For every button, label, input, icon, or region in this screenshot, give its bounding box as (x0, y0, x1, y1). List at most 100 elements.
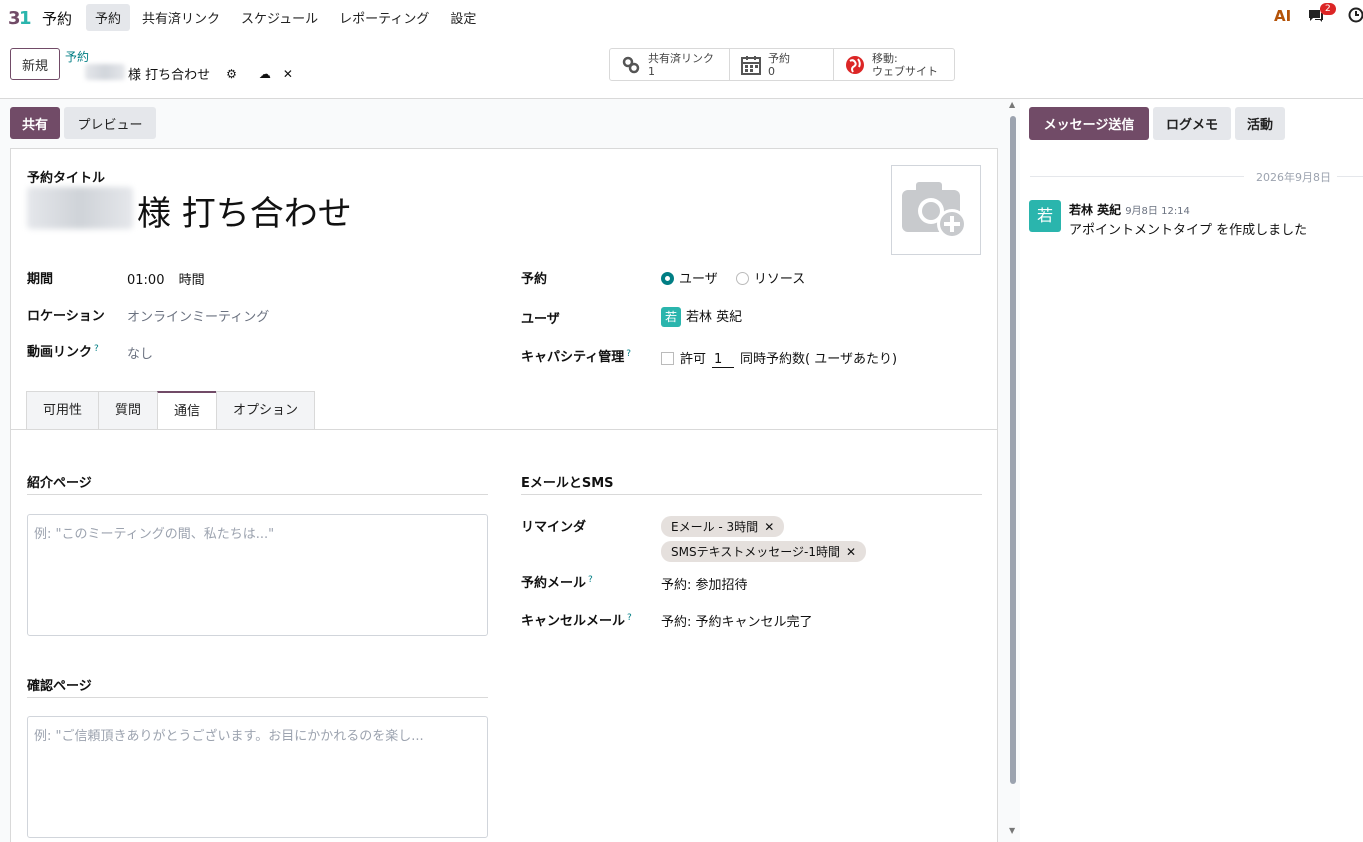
booking-label: 予約 (521, 272, 548, 287)
remove-tag-icon[interactable]: ✕ (846, 545, 856, 559)
radio-user-label: ユーザ (679, 272, 718, 287)
title-label: 予約タイトル (27, 171, 106, 186)
user-label: ユーザ (521, 312, 560, 327)
date-separator-text: 2026年9月8日 (1250, 169, 1337, 185)
title-input[interactable]: 様 打ち合わせ (137, 186, 352, 235)
video-link-label-text: 動画リンク (27, 345, 93, 360)
help-icon[interactable]: ? (626, 349, 631, 359)
new-button[interactable]: 新規 (10, 48, 60, 80)
remove-tag-icon[interactable]: ✕ (764, 520, 774, 534)
message-author-name[interactable]: 若林 英紀 (1069, 203, 1121, 217)
blurred-title-name (27, 187, 133, 229)
duration-label: 期間 (27, 272, 54, 287)
calendar-31-logo-icon[interactable]: 3 1 (8, 6, 34, 28)
menu-item-reporting[interactable]: レポーティング (330, 4, 438, 31)
calendar-icon (741, 55, 761, 75)
scroll-up-arrow-icon[interactable]: ▲ (1009, 100, 1017, 109)
capacity-label-text: キャパシティ管理 (521, 350, 625, 365)
smart-button-value: 0 (768, 64, 775, 78)
radio-user[interactable]: ユーザ (661, 272, 718, 287)
booking-mail-label-text: 予約メール (521, 576, 587, 591)
video-link-label: 動画リンク? (27, 341, 99, 360)
reminder-tags[interactable]: Eメール - 3時間 ✕ SMSテキストメッセージ-1時間 ✕ (661, 516, 981, 566)
avatar[interactable]: 若 (1029, 200, 1061, 232)
reminder-tag-label: Eメール - 3時間 (671, 520, 759, 534)
smart-button-value: ウェブサイト (872, 64, 938, 78)
smart-button-website[interactable]: 移動: ウェブサイト (834, 49, 954, 80)
clock-icon[interactable] (1348, 7, 1363, 23)
email-sms-title: EメールとSMS (521, 472, 982, 495)
cloud-upload-icon[interactable]: ☁ (259, 67, 271, 81)
message-time: 9月8日 12:14 (1125, 206, 1190, 217)
message-body: アポイントメントタイプ を作成しました (1069, 223, 1308, 238)
tab-availability[interactable]: 可用性 (26, 391, 99, 430)
smart-button-label: 共有済リンク (648, 51, 714, 65)
radio-resource[interactable]: リソース (735, 272, 806, 287)
gear-icon[interactable]: ⚙ (226, 67, 237, 81)
cancel-mail-label-text: キャンセルメール (521, 614, 626, 629)
record-title: 様 打ち合わせ (128, 68, 211, 83)
ai-icon[interactable]: AI (1274, 7, 1291, 25)
duration-field[interactable]: 01:00 時間 (127, 269, 205, 288)
booking-radio-group: ユーザ リソース (661, 268, 805, 287)
image-upload[interactable] (891, 165, 981, 255)
record-title-row: 様 打ち合わせ ⚙ ☁ ✕ (128, 64, 293, 84)
help-icon[interactable]: ? (588, 575, 593, 585)
avatar: 若 (661, 307, 681, 327)
control-panel: 新規 予約 様 打ち合わせ ⚙ ☁ ✕ 共有済リンク 1 予約 0 移動: ウェ… (0, 40, 1363, 99)
link-icon (622, 56, 640, 73)
tabs-divider (10, 429, 998, 430)
scroll-down-arrow-icon[interactable]: ▼ (1009, 826, 1017, 835)
svg-text:1: 1 (19, 8, 32, 28)
menu-item-schedule[interactable]: スケジュール (232, 4, 327, 31)
capacity-allow-label: 許可 (680, 352, 707, 367)
scrollbar-thumb[interactable] (1010, 116, 1016, 784)
intro-page-textarea[interactable]: 例: "このミーティングの間、私たちは..." (27, 514, 488, 636)
scrollbar[interactable]: ▲ ▼ (1009, 100, 1017, 836)
close-icon[interactable]: ✕ (283, 67, 293, 81)
duration-value: 01:00 (127, 273, 165, 288)
confirm-page-textarea[interactable]: 例: "ご信頼頂きありがとうございます。お目にかかれるのを楽し... (27, 716, 488, 838)
preview-button[interactable]: プレビュー (64, 107, 156, 139)
location-field[interactable]: オンラインミーティング (127, 306, 269, 325)
radio-resource-label: リソース (753, 272, 806, 287)
intro-page-title: 紹介ページ (27, 472, 488, 495)
breadcrumb[interactable]: 予約 (65, 48, 89, 65)
smart-button-appointments[interactable]: 予約 0 (730, 49, 834, 80)
menu-item-settings[interactable]: 設定 (441, 4, 485, 31)
video-link-field[interactable]: なし (127, 343, 153, 362)
cancel-mail-field[interactable]: 予約: 予約キャンセル完了 (661, 611, 813, 630)
globe-icon (846, 55, 864, 74)
share-button[interactable]: 共有 (10, 107, 60, 139)
smart-button-value: 1 (648, 64, 655, 78)
smart-buttons: 共有済リンク 1 予約 0 移動: ウェブサイト (609, 48, 955, 81)
tab-communication[interactable]: 通信 (157, 391, 217, 430)
menu-item-appointments[interactable]: 予約 (86, 4, 131, 31)
menu-item-shared-links[interactable]: 共有済リンク (133, 4, 229, 31)
help-icon[interactable]: ? (627, 613, 632, 623)
reminder-tag: Eメール - 3時間 ✕ (661, 516, 785, 537)
smart-button-shared-links[interactable]: 共有済リンク 1 (610, 49, 730, 80)
user-field[interactable]: 若若林 英紀 (661, 306, 742, 327)
smart-button-label: 移動: (872, 51, 898, 65)
form-tabs: 可用性 質問 通信 オプション (26, 391, 316, 430)
reminder-label: リマインダ (521, 520, 587, 535)
activity-button[interactable]: 活動 (1235, 107, 1285, 140)
capacity-number-input[interactable]: 1 (712, 352, 735, 368)
main-menu: 予約 共有済リンク スケジュール レポーティング 設定 (86, 4, 488, 31)
capacity-suffix: 同時予約数( ユーザあたり) (740, 352, 898, 367)
app-name[interactable]: 予約 (42, 8, 72, 29)
reminder-tag: SMSテキストメッセージ-1時間 ✕ (661, 541, 867, 562)
divider (1030, 176, 1244, 177)
tab-questions[interactable]: 質問 (98, 391, 158, 430)
tab-options[interactable]: オプション (216, 391, 316, 430)
message-author: 若林 英紀 9月8日 12:14 (1069, 201, 1190, 218)
booking-mail-field[interactable]: 予約: 参加招待 (661, 574, 748, 593)
camera-add-icon (902, 182, 967, 239)
send-message-button[interactable]: メッセージ送信 (1029, 107, 1149, 140)
log-note-button[interactable]: ログメモ (1153, 107, 1231, 140)
capacity-label: キャパシティ管理? (521, 346, 631, 365)
help-icon[interactable]: ? (94, 344, 99, 354)
capacity-checkbox[interactable] (661, 352, 674, 365)
user-name: 若林 英紀 (686, 310, 743, 325)
